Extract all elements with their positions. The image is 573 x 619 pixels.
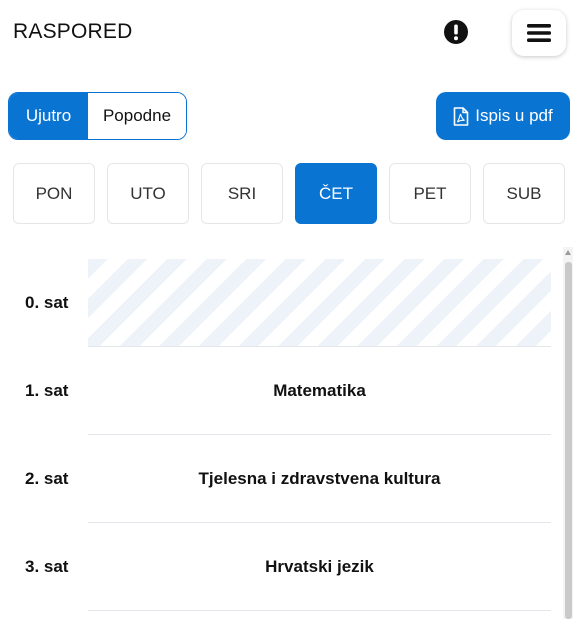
tab-day-sri[interactable]: SRI — [201, 163, 283, 224]
day-tabs: PON UTO SRI ČET PET SUB — [13, 163, 566, 224]
schedule-table: 0. sat 1. sat Matematika 2. sat Tjelesna… — [0, 259, 573, 619]
page-title: RASPORED — [13, 20, 133, 43]
tab-day-pon[interactable]: PON — [13, 163, 95, 224]
exclamation-circle-icon[interactable] — [444, 20, 468, 44]
tab-day-uto[interactable]: UTO — [107, 163, 189, 224]
shift-morning-button[interactable]: Ujutro — [9, 93, 88, 139]
tab-day-cet[interactable]: ČET — [295, 163, 377, 224]
scroll-up-arrow-icon[interactable] — [565, 250, 571, 255]
slot-label: 2. sat — [25, 469, 69, 488]
slot-label: 3. sat — [25, 557, 69, 576]
tab-day-sub[interactable]: SUB — [483, 163, 565, 224]
pdf-file-icon — [453, 106, 469, 126]
slot-cell-subject[interactable]: Matematika — [88, 347, 551, 435]
hamburger-menu-icon — [527, 24, 551, 42]
shift-afternoon-button[interactable]: Popodne — [88, 93, 186, 139]
app-header: RASPORED — [0, 0, 573, 66]
menu-button[interactable] — [512, 10, 566, 56]
print-pdf-button[interactable]: Ispis u pdf — [436, 92, 570, 140]
slot-cell-empty — [88, 259, 551, 347]
slot-label: 0. sat — [25, 293, 69, 312]
tab-day-pet[interactable]: PET — [389, 163, 471, 224]
shift-toggle: Ujutro Popodne — [8, 92, 187, 140]
slot-label: 1. sat — [25, 381, 69, 400]
slot-cell-subject[interactable]: Tjelesna i zdravstvena kultura — [88, 435, 551, 523]
slot-cell-subject[interactable]: Hrvatski jezik — [88, 523, 551, 611]
print-pdf-label: Ispis u pdf — [475, 106, 553, 125]
